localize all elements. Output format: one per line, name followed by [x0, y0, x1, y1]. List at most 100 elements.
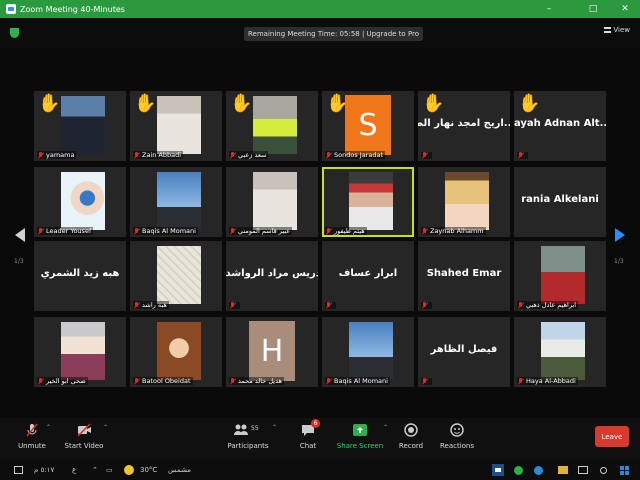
participant-tile[interactable]: هبه راشد	[130, 241, 222, 311]
participant-name-label: Zaynab Alhamm	[421, 227, 486, 235]
weather-sun-icon[interactable]	[124, 464, 134, 476]
participant-name: Haya Al-Abbadi	[526, 377, 576, 385]
mic-muted-icon	[37, 377, 44, 385]
person-blonde-icon	[445, 172, 489, 230]
taskbar-clock[interactable]: ٥:١٧ م	[34, 464, 54, 476]
participant-name: Zaynab Alhamm	[430, 227, 484, 235]
participant-name: هبه راشد	[142, 301, 167, 309]
participant-tile[interactable]: rayah Adnan Alt... ✋	[514, 91, 606, 161]
whatsapp-taskbar-icon[interactable]	[514, 464, 523, 476]
close-button[interactable]: ✕	[612, 0, 638, 18]
mic-muted-icon	[133, 227, 140, 235]
mic-muted-icon	[229, 377, 236, 385]
participant-tile[interactable]: ✋ سعد زعبي	[226, 91, 318, 161]
minimize-button[interactable]: –	[536, 0, 562, 18]
maximize-button[interactable]: □	[580, 0, 606, 18]
view-label: View	[613, 26, 630, 34]
weather-label[interactable]: مشمس	[168, 464, 191, 476]
language-indicator[interactable]: ع	[72, 464, 76, 476]
person-red-shirt-icon	[541, 246, 585, 304]
weather-temperature[interactable]: 30°C	[140, 464, 157, 476]
participant-tile[interactable]: هبه زيد الشمري	[34, 241, 126, 311]
video-options-caret-icon[interactable]: ⌃	[103, 424, 108, 431]
reactions-label: Reactions	[439, 442, 475, 450]
leave-button[interactable]: Leave	[595, 426, 629, 447]
person-outdoor-icon	[541, 322, 585, 380]
next-page-icon[interactable]	[614, 228, 626, 242]
participant-tile[interactable]: عبير قاسم المومني	[226, 167, 318, 237]
unmute-button[interactable]: Unmute	[2, 422, 62, 450]
participant-tile[interactable]: فيصل الظاهر	[418, 317, 510, 387]
participant-tile[interactable]: Haya Al-Abbadi	[514, 317, 606, 387]
participant-tile[interactable]: اريج امجد نهار الط...✋	[418, 91, 510, 161]
file-explorer-taskbar-icon[interactable]	[558, 464, 568, 476]
mic-muted-icon	[325, 377, 332, 385]
participant-tile[interactable]: ابرار عساف	[322, 241, 414, 311]
share-screen-icon	[353, 424, 367, 436]
start-menu-icon[interactable]	[620, 464, 629, 476]
chat-badge: 6	[311, 419, 320, 428]
system-tray-caret-icon[interactable]: ⌃	[92, 464, 98, 476]
participant-tile[interactable]: هيثم طيفور	[322, 167, 414, 237]
start-video-label: Start Video	[64, 442, 104, 450]
participant-tile[interactable]: S ✋ Sondos Jaradat	[322, 91, 414, 161]
zoom-taskbar-icon[interactable]	[492, 464, 504, 476]
participant-tile[interactable]: ضحى ابو الخير	[34, 317, 126, 387]
meeting-info-bar: Remaining Meeting Time: 05:58 | Upgrade …	[0, 18, 640, 48]
participant-tile[interactable]: rania Alkelani	[514, 167, 606, 237]
mic-muted-icon	[229, 151, 236, 159]
tray-icons[interactable]: ▭	[106, 464, 113, 476]
participant-name: Zain Abbadi	[142, 151, 182, 159]
participant-name-label: سعد زعبي	[229, 151, 269, 159]
search-icon[interactable]	[600, 464, 607, 476]
raised-hand-icon: ✋	[422, 93, 445, 114]
task-view-icon[interactable]	[578, 464, 588, 476]
zoom-logo-icon	[6, 4, 16, 14]
security-shield-icon[interactable]	[10, 28, 19, 38]
participant-name: Baqis Al Momani	[334, 377, 388, 385]
mic-muted-icon	[421, 152, 428, 159]
mic-muted-icon	[421, 227, 428, 235]
participant-name-label: هديل خالد محمد	[229, 377, 284, 385]
raised-hand-icon: ✋	[38, 93, 61, 114]
audio-options-caret-icon[interactable]: ⌃	[46, 424, 51, 431]
person-speaker-icon	[349, 172, 393, 230]
mic-muted-icon	[325, 227, 332, 235]
participant-name-label: ضحى ابو الخير	[37, 377, 88, 385]
participant-tile[interactable]: ✋ Zain Abbadi	[130, 91, 222, 161]
participant-tile[interactable]: Leader Yousef	[34, 167, 126, 237]
participant-name: هيثم طيفور	[334, 227, 365, 235]
unmute-label: Unmute	[18, 442, 46, 450]
previous-page-icon[interactable]	[14, 228, 26, 242]
notification-icon[interactable]	[14, 464, 23, 476]
view-button[interactable]: View	[604, 26, 630, 34]
sky-photo-icon	[157, 172, 201, 230]
mic-muted-icon	[229, 302, 236, 309]
mic-muted-icon	[517, 152, 524, 159]
chat-button[interactable]: 6 Chat	[278, 419, 338, 450]
person-hijab-icon	[61, 322, 105, 380]
participant-tile[interactable]: Shahed Emar	[418, 241, 510, 311]
participant-tile[interactable]: Batool Obeidat	[130, 317, 222, 387]
sky-photo-icon	[349, 322, 393, 380]
participant-tile[interactable]: ✋ yamama	[34, 91, 126, 161]
participant-name: ضحى ابو الخير	[46, 377, 86, 385]
participants-button[interactable]: 55 Participants	[218, 422, 278, 450]
edge-taskbar-icon[interactable]	[534, 464, 543, 476]
participant-name: Sondos Jaradat	[334, 151, 383, 159]
participant-tile[interactable]: ابراهيم عادل ذهبي	[514, 241, 606, 311]
participant-tile[interactable]: إدريس مراد الرواشدة	[226, 241, 318, 311]
reactions-button[interactable]: Reactions	[427, 422, 487, 450]
participant-name-label: Baqis Al Momani	[325, 377, 390, 385]
participant-tile[interactable]: Zaynab Alhamm	[418, 167, 510, 237]
gallery-view: 1/3 1/3 ✋ yamama ✋ Zain Abbadi ✋ سعد زعبي S ✋ So…	[0, 48, 640, 418]
participant-tile[interactable]: Baqis Al Momani	[322, 317, 414, 387]
participant-tile[interactable]: H هديل خالد محمد	[226, 317, 318, 387]
participants-options-caret-icon[interactable]: ⌃	[272, 424, 277, 431]
meeting-timer-banner[interactable]: Remaining Meeting Time: 05:58 | Upgrade …	[244, 27, 424, 41]
participant-name: Batool Obeidat	[142, 377, 191, 385]
participant-name-label: هبه راشد	[133, 301, 169, 309]
video-off-icon	[77, 423, 91, 437]
participant-tile[interactable]: Baqis Al Momani	[130, 167, 222, 237]
participant-name-label: هيثم طيفور	[325, 227, 367, 235]
